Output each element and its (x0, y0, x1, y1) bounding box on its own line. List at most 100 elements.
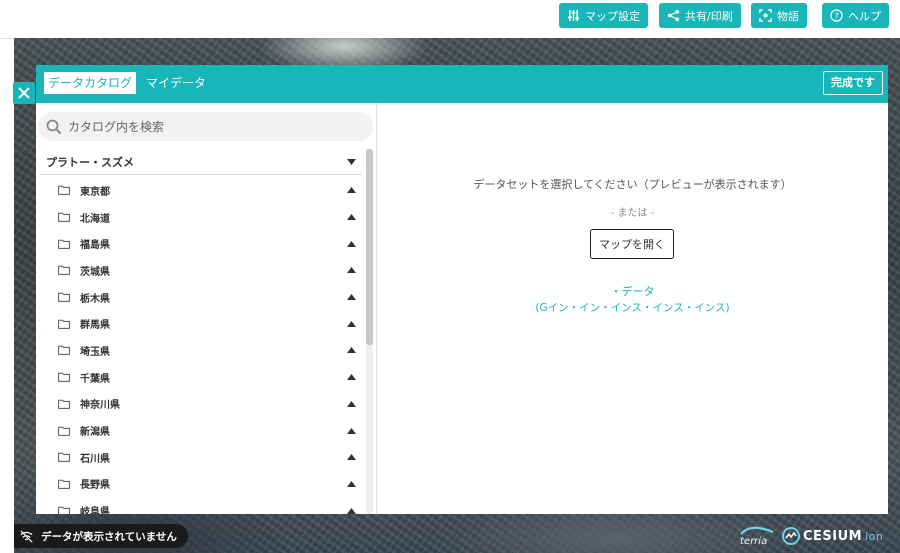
catalog-item[interactable]: 岐阜県 (40, 497, 362, 514)
folder-icon (58, 292, 70, 302)
top-toolbar: マップ設定 共有/印刷 物語 ? ヘルプ (0, 0, 900, 39)
catalog-group-header[interactable]: プラトー・スズメ (40, 149, 362, 175)
folder-icon (58, 426, 70, 436)
catalog-scrollbar[interactable] (366, 149, 373, 514)
caret-up-icon (347, 240, 356, 247)
caret-up-icon (347, 374, 356, 381)
caret-up-icon (347, 187, 356, 194)
folder-icon (58, 479, 70, 489)
ion-label: ion (865, 529, 884, 543)
caret-up-icon (347, 427, 356, 434)
story-button[interactable]: 物語 (751, 3, 807, 28)
folder-icon (58, 452, 70, 463)
share-icon (667, 9, 680, 22)
data-link-detail[interactable]: (Gイン・イン・インス・インス・インス) (377, 300, 888, 315)
caret-down-icon (347, 158, 356, 165)
catalog-item[interactable]: 神奈川県 (40, 391, 362, 418)
folder-icon (58, 212, 70, 222)
search-icon (46, 119, 62, 134)
no-data-label: データが表示されていません (41, 530, 177, 543)
caret-up-icon (347, 214, 356, 221)
help-button[interactable]: ? ヘルプ (822, 3, 889, 28)
cesium-label: CESIUM (803, 528, 863, 544)
catalog-item-label: 栃木県 (80, 293, 110, 305)
catalog-item-label: 石川県 (80, 453, 110, 465)
group-title: プラトー・スズメ (46, 155, 134, 169)
caret-up-icon (347, 480, 356, 487)
search-input[interactable]: カタログ内を検索 (38, 112, 373, 141)
caret-up-icon (347, 507, 356, 514)
story-icon (759, 9, 772, 22)
help-icon: ? (830, 9, 843, 22)
folder-icon (58, 266, 70, 276)
search-placeholder: カタログ内を検索 (68, 120, 165, 134)
catalog-item[interactable]: 栃木県 (40, 284, 362, 311)
close-button[interactable] (13, 82, 35, 104)
map-settings-label: マップ設定 (585, 9, 640, 23)
share-print-button[interactable]: 共有/印刷 (659, 3, 741, 28)
catalog-item[interactable]: 長野県 (40, 471, 362, 498)
catalog-item-label: 北海道 (80, 213, 110, 225)
preview-panel: データセットを選択してください（プレビューが表示されます） - または - マッ… (377, 103, 888, 514)
folder-icon (58, 186, 70, 196)
folder-icon (58, 319, 70, 329)
share-print-label: 共有/印刷 (685, 9, 733, 23)
tab-data-catalog[interactable]: データカタログ (44, 72, 137, 94)
terria-wave-icon (740, 526, 774, 535)
catalog-item-label: 群馬県 (80, 320, 110, 332)
catalog-item-label: 東京都 (80, 186, 110, 198)
catalog-item-label: 神奈川県 (80, 400, 120, 412)
terria-label: terria (740, 535, 768, 547)
folder-icon (58, 399, 70, 409)
catalog-item-list: 東京都北海道福島県茨城県栃木県群馬県埼玉県千葉県神奈川県新潟県石川県長野県岐阜県 (40, 177, 362, 514)
catalog-item[interactable]: 茨城県 (40, 257, 362, 284)
close-icon (18, 87, 30, 99)
catalog-item-label: 茨城県 (80, 266, 110, 278)
caret-up-icon (347, 320, 356, 327)
scrollbar-thumb[interactable] (366, 149, 373, 345)
catalog-item[interactable]: 東京都 (40, 177, 362, 204)
caret-up-icon (347, 267, 356, 274)
data-catalog-modal: データカタログ マイデータ 完成です カタログ内を検索 プラトー・スズメ 東京都… (36, 65, 888, 514)
tab-my-data[interactable]: マイデータ (146, 72, 206, 94)
caret-up-icon (347, 454, 356, 461)
help-label: ヘルプ (848, 9, 881, 23)
catalog-item-label: 埼玉県 (80, 346, 110, 358)
select-dataset-message: データセットを選択してください（プレビューが表示されます） (473, 178, 792, 191)
map-settings-button[interactable]: マップ設定 (559, 3, 648, 28)
or-separator: - または - (610, 208, 655, 219)
caret-up-icon (347, 294, 356, 301)
folder-icon (58, 506, 70, 514)
catalog-item-label: 岐阜県 (80, 507, 110, 514)
no-data-icon (20, 529, 33, 543)
attribution-logos: terria CESIUM ion (740, 523, 883, 549)
open-map-button[interactable]: マップを開く (590, 229, 674, 259)
folder-icon (58, 239, 70, 249)
catalog-item[interactable]: 群馬県 (40, 310, 362, 337)
caret-up-icon (347, 347, 356, 354)
catalog-item[interactable]: 福島県 (40, 230, 362, 257)
catalog-item-label: 新潟県 (80, 427, 110, 439)
catalog-item-label: 千葉県 (80, 373, 110, 385)
catalog-item-label: 長野県 (80, 480, 110, 492)
catalog-panel: カタログ内を検索 プラトー・スズメ 東京都北海道福島県茨城県栃木県群馬県埼玉県千… (36, 103, 376, 514)
terria-logo[interactable]: terria (740, 526, 774, 547)
caret-up-icon (347, 400, 356, 407)
catalog-item[interactable]: 埼玉県 (40, 337, 362, 364)
folder-icon (58, 372, 70, 383)
data-link[interactable]: ・データ (377, 283, 888, 299)
catalog-item[interactable]: 新潟県 (40, 417, 362, 444)
cesium-icon (782, 527, 800, 545)
story-label: 物語 (777, 9, 799, 23)
modal-header: データカタログ マイデータ 完成です (36, 65, 888, 103)
no-data-indicator[interactable]: データが表示されていません (14, 524, 188, 548)
done-button[interactable]: 完成です (823, 71, 883, 95)
catalog-item[interactable]: 石川県 (40, 444, 362, 471)
folder-icon (58, 346, 70, 356)
catalog-item[interactable]: 北海道 (40, 204, 362, 231)
catalog-item[interactable]: 千葉県 (40, 364, 362, 391)
sliders-icon (567, 9, 580, 22)
catalog-item-label: 福島県 (80, 240, 110, 252)
svg-text:?: ? (834, 10, 838, 20)
cesium-ion-logo[interactable]: CESIUM ion (782, 527, 883, 545)
